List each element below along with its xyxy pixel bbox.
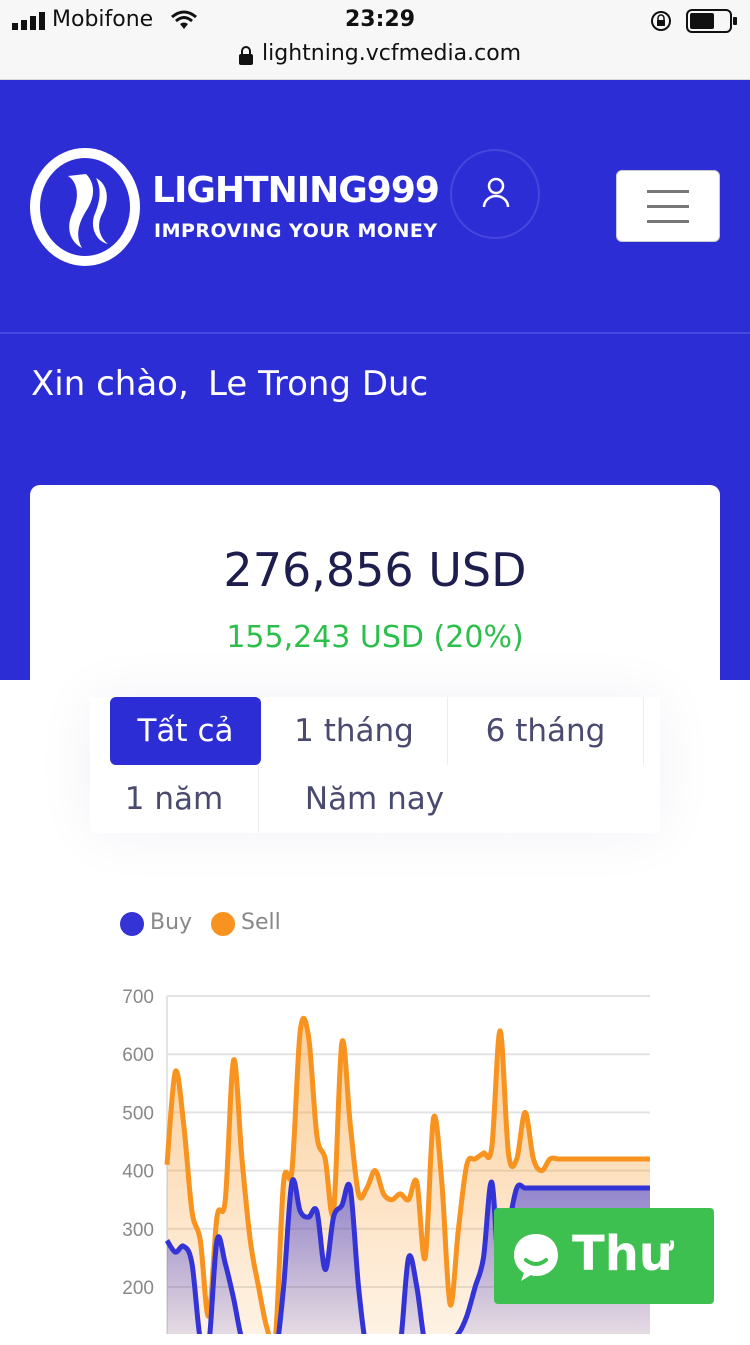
- lock-icon: [239, 46, 253, 65]
- hamburger-menu-button[interactable]: [616, 170, 720, 242]
- y-tick-label: 500: [122, 1103, 154, 1124]
- battery-icon: [686, 9, 737, 33]
- legend-sell-marker: [211, 912, 235, 936]
- menu-icon-bar-top: [647, 190, 689, 193]
- filter-1-year-button[interactable]: 1 năm: [90, 765, 259, 833]
- clock: 23:29: [345, 7, 416, 32]
- rotation-lock-icon: [651, 11, 671, 31]
- wifi-icon: [171, 10, 197, 29]
- filter-this-year-button[interactable]: Năm nay: [259, 765, 490, 833]
- legend-sell-label: Sell: [241, 910, 281, 935]
- chat-bubble-icon: [514, 1234, 558, 1281]
- logo-subtitle: IMPROVING YOUR MONEY: [154, 220, 438, 242]
- y-tick-label: 400: [122, 1162, 154, 1183]
- legend-buy-label: Buy: [150, 910, 193, 935]
- y-tick-label: 600: [122, 1045, 154, 1066]
- header-divider: [0, 332, 750, 334]
- user-name: Le Trong Duc: [208, 364, 429, 404]
- legend-buy-marker: [120, 912, 144, 936]
- user-account-button[interactable]: [450, 149, 540, 239]
- y-tick-label: 200: [122, 1278, 154, 1299]
- period-filter-group: Tất cả 1 tháng 6 tháng 1 năm Năm nay: [90, 697, 660, 833]
- greeting-text: Xin chào,: [31, 364, 189, 404]
- lightning-logo-icon[interactable]: [30, 148, 140, 266]
- filter-all-button[interactable]: Tất cả: [110, 697, 261, 765]
- address-bar[interactable]: lightning.vcfmedia.com: [0, 40, 750, 80]
- menu-icon-bar-middle: [647, 205, 689, 208]
- filter-6-months-button[interactable]: 6 tháng: [448, 697, 644, 765]
- total-balance: 276,856 USD: [223, 543, 527, 597]
- url-text: lightning.vcfmedia.com: [262, 41, 522, 66]
- y-tick-label: 700: [122, 987, 154, 1008]
- logo-title: LIGHTNING999: [152, 170, 440, 211]
- menu-icon-bar-bottom: [647, 220, 689, 223]
- chat-label: Thư: [572, 1226, 674, 1282]
- status-bar: Mobifone 23:29: [0, 0, 750, 40]
- y-tick-label: 300: [122, 1220, 154, 1241]
- filter-1-month-button[interactable]: 1 tháng: [261, 697, 448, 765]
- signal-icon: [12, 12, 45, 30]
- carrier-label: Mobifone: [52, 7, 154, 32]
- user-icon: [482, 177, 510, 208]
- profit-amount: 155,243 USD (20%): [226, 620, 524, 655]
